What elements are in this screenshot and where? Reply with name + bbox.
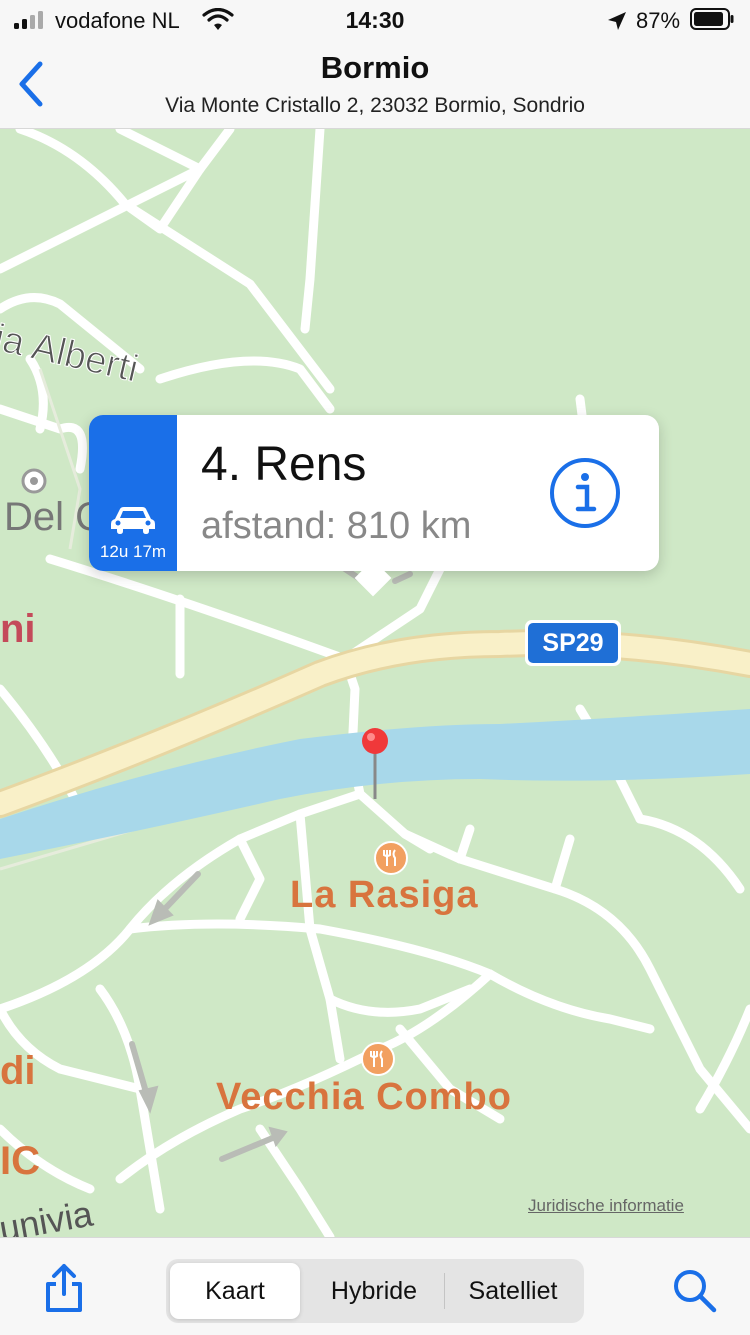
map-view[interactable]: ia Alberti Del C ni di IC univia La Rasi…: [0, 129, 750, 1237]
map-pin-icon[interactable]: [359, 727, 391, 802]
address-subtitle: Via Monte Cristallo 2, 23032 Bormio, Son…: [165, 94, 585, 117]
page-title: Bormio: [320, 50, 430, 85]
segment-hybride[interactable]: Hybride: [306, 1263, 442, 1319]
callout-distance: afstand: 810 km: [201, 505, 472, 547]
road-shield-sp29: SP29: [525, 620, 621, 666]
location-arrow-icon: [608, 12, 626, 30]
info-icon[interactable]: [549, 457, 621, 529]
place-label-ic: IC: [0, 1139, 40, 1183]
status-bar: vodafone NL 14:30 87%: [0, 0, 750, 40]
location-callout[interactable]: 12u 17m 4. Rens afstand: 810 km: [89, 415, 659, 597]
legal-info-link[interactable]: Juridische informatie: [528, 1196, 684, 1216]
navigation-bar: Bormio Via Monte Cristallo 2, 23032 Borm…: [0, 40, 750, 129]
search-icon[interactable]: [670, 1266, 718, 1314]
restaurant-icon[interactable]: [361, 1042, 395, 1076]
battery-icon: [690, 8, 734, 30]
callout-title: 4. Rens: [201, 438, 367, 491]
share-icon[interactable]: [42, 1262, 86, 1314]
map-type-segmented-control: Kaart Hybride Satelliet: [166, 1259, 584, 1323]
directions-button[interactable]: 12u 17m: [89, 415, 177, 571]
segment-kaart[interactable]: Kaart: [170, 1263, 300, 1319]
drive-time: 12u 17m: [99, 542, 167, 561]
place-label-di: di: [0, 1049, 36, 1093]
poi-label-la-rasiga[interactable]: La Rasiga: [290, 874, 479, 917]
segment-divider: [444, 1273, 445, 1309]
battery-percent: 87%: [636, 8, 681, 33]
car-icon: [111, 507, 155, 534]
bottom-toolbar: Kaart Hybride Satelliet: [0, 1237, 750, 1335]
segment-satelliet[interactable]: Satelliet: [446, 1263, 580, 1319]
place-label-ni: ni: [0, 607, 36, 651]
restaurant-icon[interactable]: [374, 841, 408, 875]
poi-label-vecchia-combo[interactable]: Vecchia Combo: [216, 1076, 512, 1119]
